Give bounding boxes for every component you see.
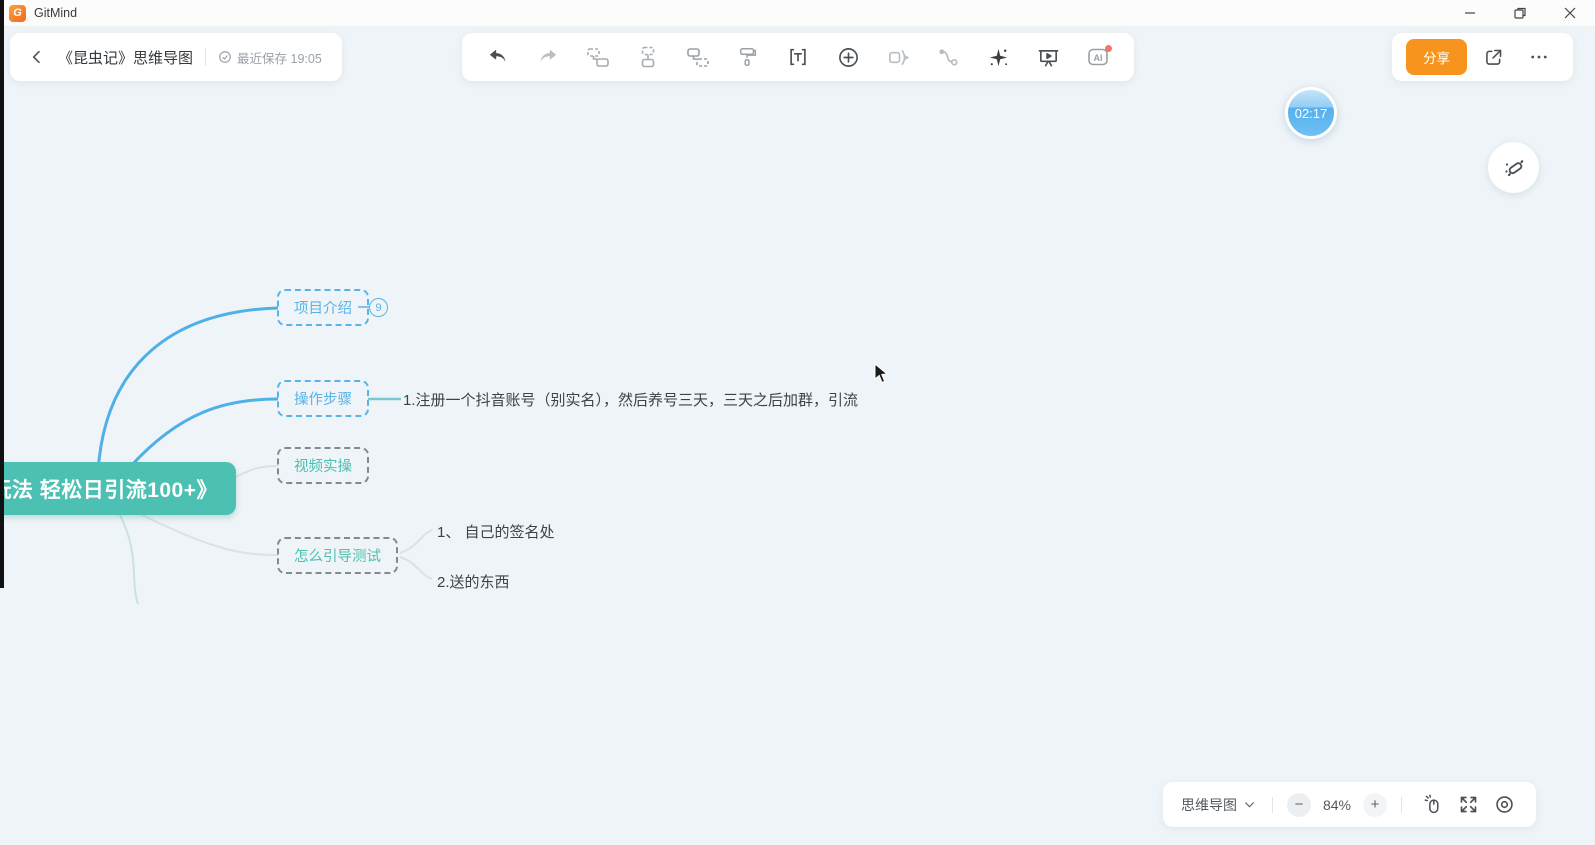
ai-assistant-icon[interactable]: AI xyxy=(1074,37,1122,77)
branch-node-project-intro[interactable]: 项目介绍 xyxy=(277,289,369,326)
chevron-down-icon xyxy=(1245,802,1254,808)
more-menu-icon[interactable] xyxy=(1519,38,1559,76)
view-controls: 思维导图 − 84% + xyxy=(1163,782,1536,827)
leaf-node-guide-2[interactable]: 2.送的东西 xyxy=(437,571,510,592)
insert-topic-before-icon[interactable] xyxy=(574,37,622,77)
zoom-level: 84% xyxy=(1322,796,1352,813)
document-title[interactable]: 《昆虫记》思维导图 xyxy=(58,47,193,68)
branch-label: 项目介绍 xyxy=(294,301,352,317)
timer-value: 02:17 xyxy=(1294,105,1328,121)
mindmap-canvas[interactable]: 玩法 轻松日引流100+》 项目介绍 9 操作步骤 视频实操 怎么引导测试 1.… xyxy=(0,27,1595,845)
presentation-icon[interactable] xyxy=(1024,37,1072,77)
save-status: 最近保存 19:05 xyxy=(218,48,322,67)
close-button[interactable] xyxy=(1545,0,1595,27)
app-title: GitMind xyxy=(34,6,78,20)
insert-subtopic-icon[interactable] xyxy=(624,37,672,77)
layout-mode-select[interactable]: 思维导图 xyxy=(1179,791,1258,819)
export-icon[interactable] xyxy=(1473,38,1513,76)
add-node-icon[interactable] xyxy=(824,37,872,77)
branch-label: 怎么引导测试 xyxy=(294,549,381,565)
root-node-label: 玩法 轻松日引流100+》 xyxy=(0,478,218,502)
zoom-in-button[interactable]: + xyxy=(1363,792,1387,817)
beautify-icon[interactable] xyxy=(974,37,1022,77)
ai-notification-dot xyxy=(1105,45,1112,52)
focus-view-icon[interactable] xyxy=(1488,789,1520,821)
summary-icon[interactable] xyxy=(874,37,922,77)
insert-text-icon[interactable] xyxy=(774,37,822,77)
format-painter-icon[interactable] xyxy=(724,37,772,77)
leaf-node-guide-1[interactable]: 1、 自己的签名处 xyxy=(437,521,555,542)
fit-screen-icon[interactable] xyxy=(1452,789,1484,821)
gitmind-logo-icon: G xyxy=(9,4,26,22)
main-toolbar: AI xyxy=(462,33,1134,81)
back-button[interactable] xyxy=(24,44,50,70)
leaf-node-steps-1[interactable]: 1.注册一个抖音账号（别实名），然后养号三天，三天之后加群，引流 xyxy=(403,389,858,410)
branch-node-video-demo[interactable]: 视频实操 xyxy=(277,447,369,484)
svg-text:AI: AI xyxy=(1094,53,1103,63)
branch-node-guide-test[interactable]: 怎么引导测试 xyxy=(277,537,398,574)
minimize-button[interactable] xyxy=(1445,0,1495,27)
relation-icon[interactable] xyxy=(924,37,972,77)
branch-node-steps[interactable]: 操作步骤 xyxy=(277,380,369,417)
root-node[interactable]: 玩法 轻松日引流100+》 xyxy=(0,462,236,515)
restore-button[interactable] xyxy=(1495,0,1545,27)
redo-icon[interactable] xyxy=(524,37,572,77)
undo-icon[interactable] xyxy=(474,37,522,77)
mindmap-edges xyxy=(96,306,433,605)
divider xyxy=(205,48,207,66)
share-button[interactable]: 分享 xyxy=(1406,39,1467,75)
zoom-out-button[interactable]: − xyxy=(1287,792,1311,817)
insert-topic-after-icon[interactable] xyxy=(674,37,722,77)
beautify-fab[interactable] xyxy=(1488,142,1539,193)
saved-check-icon xyxy=(219,51,231,63)
branch-label: 视频实操 xyxy=(294,459,352,475)
magic-wand-icon xyxy=(1504,159,1523,176)
collapsed-count-badge[interactable]: 9 xyxy=(369,298,388,317)
window-titlebar: G GitMind xyxy=(0,0,1595,27)
divider xyxy=(1272,796,1273,813)
actions-panel: 分享 xyxy=(1392,33,1573,81)
timer-widget[interactable]: 02:17 xyxy=(1285,87,1337,139)
document-header: 《昆虫记》思维导图 最近保存 19:05 xyxy=(10,33,342,81)
mouse-mode-icon[interactable] xyxy=(1416,789,1448,821)
branch-label: 操作步骤 xyxy=(294,392,352,408)
divider xyxy=(1401,796,1402,813)
screen-edge-artifact xyxy=(0,0,4,588)
